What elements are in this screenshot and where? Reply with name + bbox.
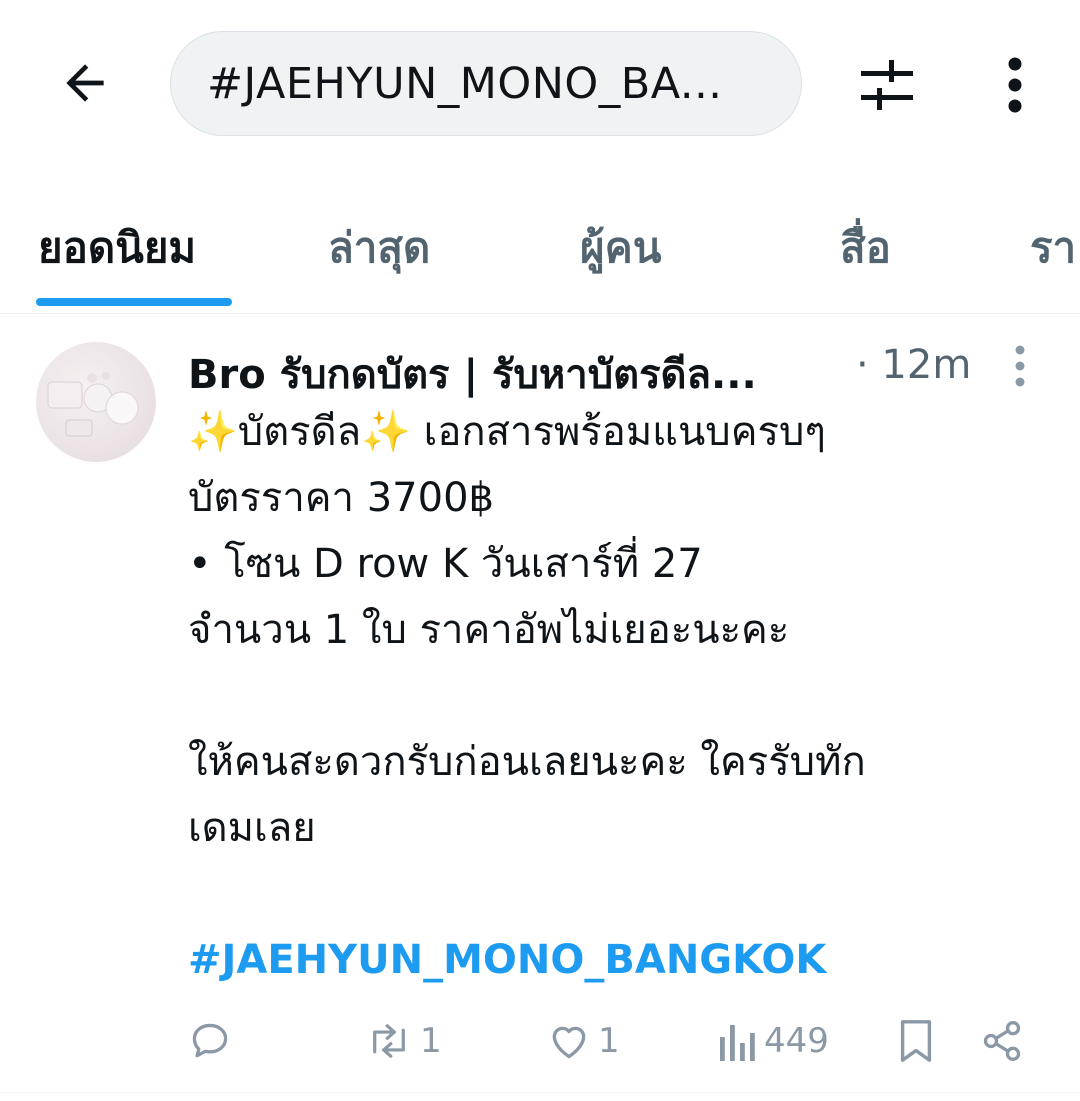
post-line: จำนวน 1 ใบ ราคาอัพไม่เยอะนะคะ [188, 607, 790, 653]
tab-top[interactable]: ยอดนิยม [38, 215, 196, 281]
active-tab-indicator [36, 298, 232, 306]
post-line: • โซน D row K วันเสาร์ที่ 27 [188, 541, 703, 587]
back-button[interactable] [52, 50, 118, 116]
share-icon [983, 1021, 1021, 1061]
post-line: ให้คนสะดวกรับก่อนเลยนะคะ ใครรับทัก [188, 739, 866, 785]
views-button[interactable]: 449 [718, 1016, 829, 1066]
tab-lists[interactable]: รา [1030, 215, 1076, 281]
share-button[interactable] [980, 1016, 1024, 1066]
like-count: 1 [598, 1021, 620, 1061]
more-vertical-icon [1015, 345, 1025, 387]
post-line: บัตรราคา 3700฿ [188, 475, 494, 521]
hashtag-link[interactable]: #JAEHYUN_MONO_BANGKOK [188, 937, 826, 983]
post-more-button[interactable] [995, 344, 1045, 394]
more-vertical-icon [1008, 57, 1022, 113]
arrow-left-icon [66, 64, 104, 102]
post-actions: 1 1 449 [188, 1016, 1038, 1066]
view-count: 449 [764, 1021, 829, 1061]
post-time[interactable]: · 12m [856, 342, 971, 388]
top-bar: #JAEHYUN_MONO_BA... [0, 0, 1080, 170]
post-line-blank [188, 861, 1048, 927]
heart-icon [552, 1026, 586, 1059]
more-options-button[interactable] [985, 50, 1045, 120]
search-input[interactable]: #JAEHYUN_MONO_BA... [170, 31, 802, 136]
tab-media[interactable]: สื่อ [840, 215, 891, 281]
bookmark-button[interactable] [896, 1016, 936, 1066]
author-name[interactable]: Bro รับกดบัตร | รับหาบัตรดีล... [188, 352, 757, 398]
post-line: ✨บัตรดีล✨ เอกสารพร้อมแนบครบๆ [188, 409, 826, 455]
post-header: Bro รับกดบัตร | รับหาบัตรดีล... · 12m [188, 342, 988, 398]
search-query: #JAEHYUN_MONO_BA... [207, 58, 723, 109]
avatar-image [47, 372, 139, 437]
post-text: ✨บัตรดีล✨ เอกสารพร้อมแนบครบๆ บัตรราคา 37… [188, 399, 1048, 993]
tab-latest[interactable]: ล่าสุด [328, 215, 430, 281]
repost-count: 1 [420, 1021, 442, 1061]
like-button[interactable]: 1 [546, 1016, 620, 1066]
reply-button[interactable] [188, 1016, 232, 1066]
repost-button[interactable]: 1 [364, 1016, 442, 1066]
post[interactable]: Bro รับกดบัตร | รับหาบัตรดีล... · 12m ✨บ… [0, 314, 1080, 1093]
post-line: เดมเลย [188, 805, 316, 851]
bar-chart-icon [720, 1025, 755, 1061]
avatar[interactable] [36, 342, 156, 462]
comment-icon [192, 1023, 228, 1058]
tab-people[interactable]: ผู้คน [580, 215, 661, 281]
sliders-icon [861, 60, 913, 110]
search-tabs: ยอดนิยม ล่าสุด ผู้คน สื่อ รา [0, 195, 1080, 314]
post-line-blank [188, 663, 1048, 729]
bookmark-icon [900, 1020, 932, 1062]
retweet-icon [373, 1024, 405, 1058]
filter-button[interactable] [852, 52, 922, 118]
